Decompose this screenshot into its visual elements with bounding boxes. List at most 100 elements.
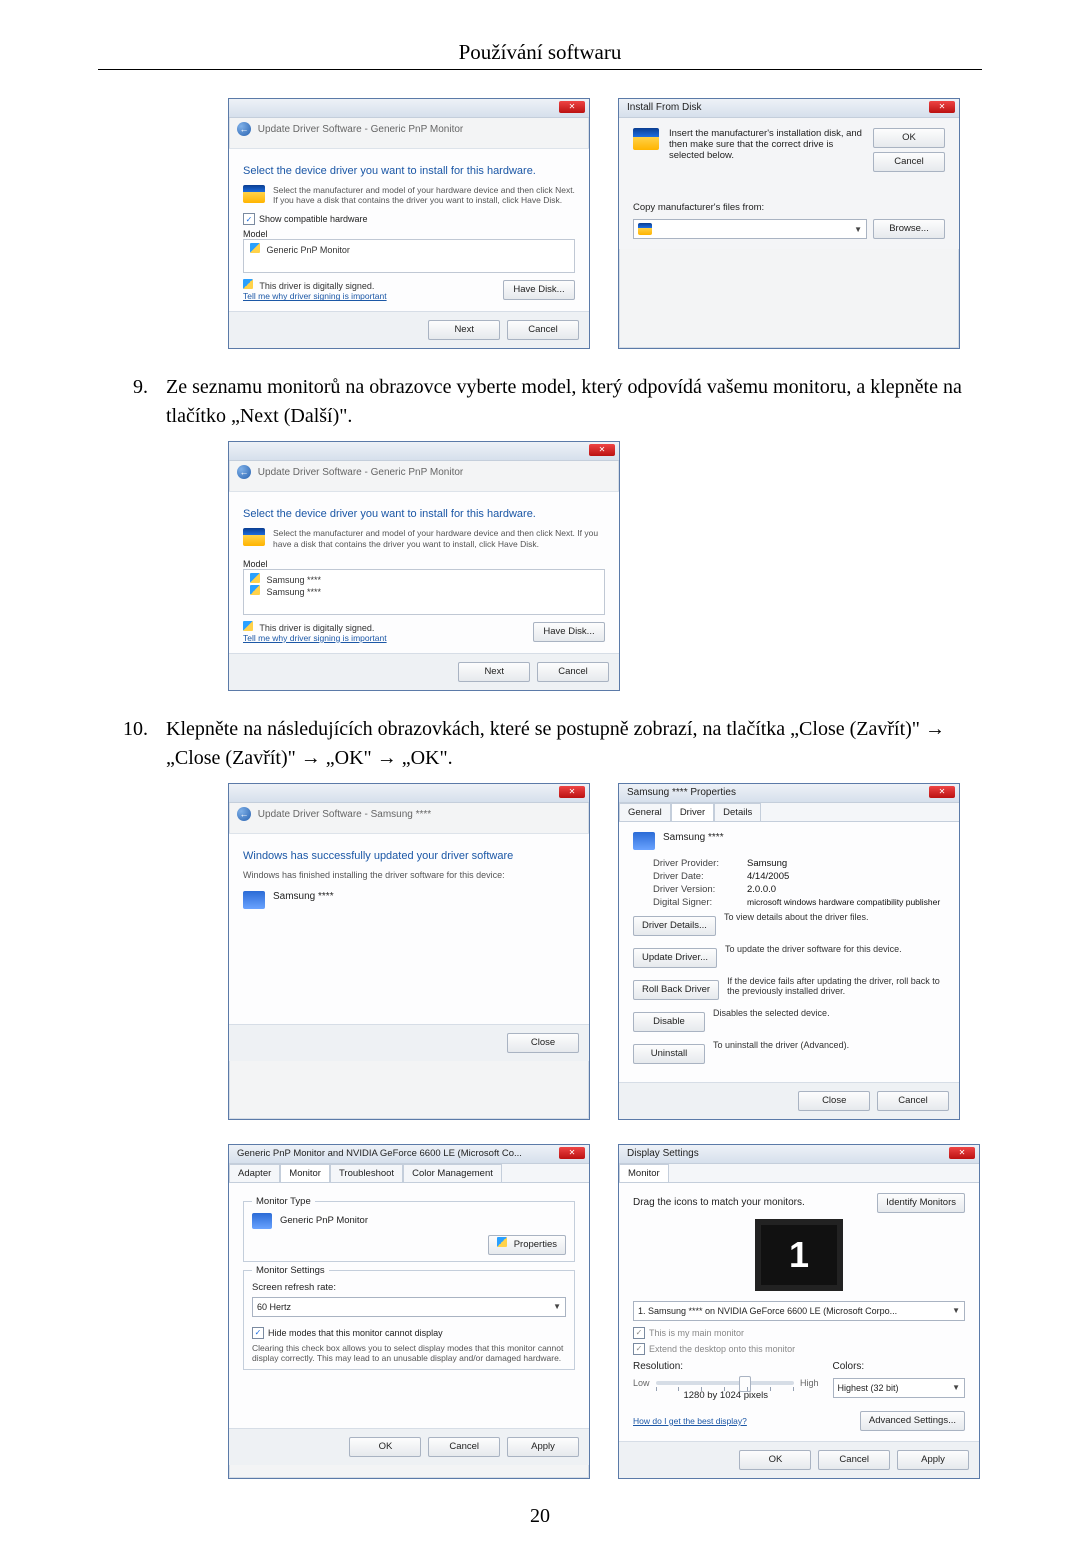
- ok-button[interactable]: OK: [873, 128, 945, 148]
- kv-value: Samsung: [747, 858, 787, 869]
- back-arrow-icon[interactable]: ←: [237, 807, 251, 821]
- have-disk-button[interactable]: Have Disk...: [503, 280, 575, 300]
- shield-icon: [250, 243, 260, 253]
- colors-combo[interactable]: Highest (32 bit) ▼: [833, 1378, 966, 1398]
- update-driver-button[interactable]: Update Driver...: [633, 948, 717, 968]
- back-arrow-icon[interactable]: ←: [237, 465, 251, 479]
- chevron-down-icon[interactable]: ▼: [952, 1383, 960, 1392]
- dialog-hint: Select the manufacturer and model of you…: [273, 185, 575, 205]
- update-success-dialog: ✕ ← Update Driver Software - Samsung ***…: [228, 783, 590, 1120]
- path-combo[interactable]: ▼: [633, 219, 867, 239]
- checkbox-label: This is my main monitor: [649, 1328, 744, 1338]
- combo-value: 1. Samsung **** on NVIDIA GeForce 6600 L…: [638, 1306, 897, 1316]
- tab-general[interactable]: General: [619, 803, 671, 821]
- tab-details[interactable]: Details: [714, 803, 761, 821]
- combo-value: Highest (32 bit): [838, 1383, 899, 1393]
- model-list[interactable]: Generic PnP Monitor: [243, 239, 575, 273]
- res-low: Low: [633, 1378, 650, 1388]
- monitor-properties-dialog: Generic PnP Monitor and NVIDIA GeForce 6…: [228, 1144, 590, 1479]
- close-button[interactable]: Close: [507, 1033, 579, 1053]
- section-title: Používání softwaru: [98, 40, 982, 65]
- driver-details-button[interactable]: Driver Details...: [633, 916, 716, 936]
- refresh-combo[interactable]: 60 Hertz ▼: [252, 1297, 566, 1317]
- hide-modes-note: Clearing this check box allows you to se…: [252, 1343, 566, 1363]
- kv-key: Driver Version:: [653, 884, 739, 895]
- identify-monitors-button[interactable]: Identify Monitors: [877, 1193, 965, 1213]
- dialog-hint: Select the manufacturer and model of you…: [273, 528, 605, 548]
- tab-monitor[interactable]: Monitor: [280, 1164, 330, 1182]
- extend-desktop-checkbox[interactable]: ✓: [633, 1343, 645, 1355]
- tab-troubleshoot[interactable]: Troubleshoot: [330, 1164, 403, 1182]
- model-list[interactable]: Samsung **** Samsung ****: [243, 569, 605, 615]
- properties-button[interactable]: Properties: [488, 1235, 566, 1255]
- back-arrow-icon[interactable]: ←: [237, 122, 251, 136]
- close-icon[interactable]: ✕: [589, 444, 615, 456]
- ok-button[interactable]: OK: [349, 1437, 421, 1457]
- advanced-settings-button[interactable]: Advanced Settings...: [860, 1411, 965, 1431]
- next-button[interactable]: Next: [428, 320, 500, 340]
- copy-from-label: Copy manufacturer's files from:: [633, 202, 945, 213]
- best-display-link[interactable]: How do I get the best display?: [633, 1416, 747, 1426]
- list-item[interactable]: Generic PnP Monitor: [267, 245, 350, 255]
- close-icon[interactable]: ✕: [929, 101, 955, 113]
- close-icon[interactable]: ✕: [929, 786, 955, 798]
- next-button[interactable]: Next: [458, 662, 530, 682]
- ok-button[interactable]: OK: [739, 1450, 811, 1470]
- uninstall-button[interactable]: Uninstall: [633, 1044, 705, 1064]
- why-signing-link[interactable]: Tell me why driver signing is important: [243, 291, 387, 301]
- browse-button[interactable]: Browse...: [873, 219, 945, 239]
- why-signing-link[interactable]: Tell me why driver signing is important: [243, 633, 387, 643]
- apply-button[interactable]: Apply: [897, 1450, 969, 1470]
- driver-details-desc: To view details about the driver files.: [724, 912, 945, 922]
- close-icon[interactable]: ✕: [559, 101, 585, 113]
- colors-label: Colors:: [833, 1361, 966, 1372]
- tab-color[interactable]: Color Management: [403, 1164, 502, 1182]
- monitor-selector[interactable]: 1. Samsung **** on NVIDIA GeForce 6600 L…: [633, 1301, 965, 1321]
- install-from-disk-dialog: Install From Disk ✕ Insert the manufactu…: [618, 98, 960, 349]
- disk-icon: [243, 528, 265, 546]
- rollback-driver-button[interactable]: Roll Back Driver: [633, 980, 719, 1000]
- shield-icon: [250, 573, 260, 583]
- breadcrumb-text: Update Driver Software - Samsung ****: [258, 809, 431, 820]
- checkbox-compat[interactable]: ✓: [243, 213, 255, 225]
- select-driver-dialog-1: ✕ ← Update Driver Software - Generic PnP…: [228, 98, 590, 349]
- cancel-button[interactable]: Cancel: [428, 1437, 500, 1457]
- resolution-slider[interactable]: [656, 1381, 794, 1385]
- cancel-button[interactable]: Cancel: [537, 662, 609, 682]
- tab-adapter[interactable]: Adapter: [229, 1164, 280, 1182]
- monitor-icon: [252, 1213, 272, 1229]
- cancel-button[interactable]: Cancel: [877, 1091, 949, 1111]
- list-item[interactable]: Samsung ****: [267, 575, 322, 585]
- close-button[interactable]: Close: [798, 1091, 870, 1111]
- checkbox-label: Extend the desktop onto this monitor: [649, 1344, 795, 1354]
- list-item[interactable]: Samsung ****: [267, 587, 322, 597]
- model-header: Model: [243, 559, 605, 569]
- kv-value: 4/14/2005: [747, 871, 789, 882]
- cancel-button[interactable]: Cancel: [507, 320, 579, 340]
- step-number: 10.: [98, 715, 148, 773]
- monitor-preview[interactable]: 1: [755, 1219, 843, 1291]
- tab-driver[interactable]: Driver: [671, 803, 714, 821]
- main-monitor-checkbox[interactable]: ✓: [633, 1327, 645, 1339]
- disk-icon: [243, 185, 265, 203]
- shield-icon: [243, 621, 253, 631]
- tab-monitor[interactable]: Monitor: [619, 1164, 669, 1182]
- shield-icon: [243, 279, 253, 289]
- disable-button[interactable]: Disable: [633, 1012, 705, 1032]
- hide-modes-checkbox[interactable]: ✓: [252, 1327, 264, 1339]
- kv-key: Driver Date:: [653, 871, 739, 882]
- cancel-button[interactable]: Cancel: [873, 152, 945, 172]
- chevron-down-icon[interactable]: ▼: [854, 225, 862, 234]
- chevron-down-icon[interactable]: ▼: [553, 1302, 561, 1311]
- close-icon[interactable]: ✕: [559, 786, 585, 798]
- apply-button[interactable]: Apply: [507, 1437, 579, 1457]
- shield-icon: [250, 585, 260, 595]
- have-disk-button[interactable]: Have Disk...: [533, 622, 605, 642]
- rule: [98, 69, 982, 70]
- cancel-button[interactable]: Cancel: [818, 1450, 890, 1470]
- close-icon[interactable]: ✕: [559, 1147, 585, 1159]
- model-header: Model: [243, 229, 575, 239]
- chevron-down-icon[interactable]: ▼: [952, 1306, 960, 1315]
- close-icon[interactable]: ✕: [949, 1147, 975, 1159]
- dialog-title: Samsung **** Properties: [627, 787, 736, 798]
